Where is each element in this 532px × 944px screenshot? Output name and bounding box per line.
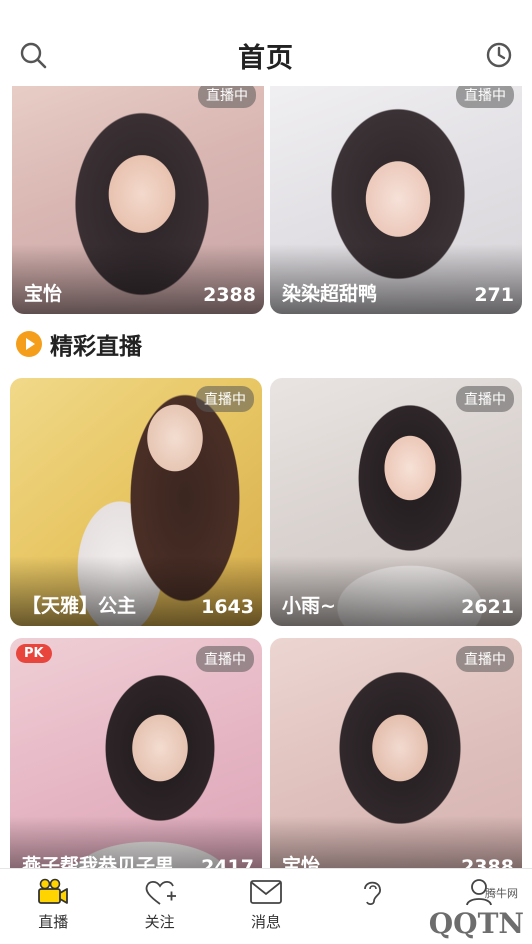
- streamer-name: 燕子帮我恭贝子男: [22, 855, 175, 868]
- section-title: 精彩直播: [50, 334, 142, 360]
- section-header: 精彩直播: [16, 326, 142, 362]
- streamer-name: 染染超甜鸭: [282, 283, 378, 305]
- tab-label: 直播: [38, 913, 69, 931]
- viewer-count: 2388: [461, 856, 514, 868]
- live-badge: 直播中: [456, 386, 514, 412]
- live-badge: 直播中: [456, 86, 514, 108]
- tab-messages[interactable]: 消息: [213, 869, 319, 944]
- heart-add-icon: [145, 880, 176, 905]
- page-title: 首页: [238, 43, 294, 74]
- viewer-count: 271: [474, 284, 514, 306]
- live-badge: 直播中: [456, 646, 514, 672]
- tab-ear[interactable]: [319, 869, 425, 944]
- watermark-small-text: 腾牛网: [485, 887, 518, 900]
- pk-badge: PK: [16, 644, 52, 663]
- live-card[interactable]: 直播中 染染超甜鸭 271: [270, 86, 522, 314]
- viewer-count: 2621: [461, 596, 514, 618]
- live-badge: 直播中: [196, 646, 254, 672]
- clock-icon[interactable]: [484, 40, 514, 70]
- streamer-name: 宝怡: [24, 283, 63, 305]
- live-card[interactable]: 直播中 小雨~ 2621: [270, 378, 522, 626]
- tab-label: 消息: [251, 913, 282, 931]
- live-badge: 直播中: [198, 86, 256, 108]
- viewer-count: 2417: [201, 856, 254, 868]
- mail-icon: [250, 880, 282, 904]
- video-camera-icon: [38, 878, 69, 904]
- live-card[interactable]: 直播中 【天雅】公主 1643: [10, 378, 262, 626]
- tab-live[interactable]: 直播: [0, 869, 106, 944]
- watermark-logo: 腾牛网 QQTN: [428, 887, 524, 940]
- streamer-name: 宝怡: [282, 855, 321, 868]
- streamer-name: 【天雅】公主: [22, 595, 137, 617]
- feed[interactable]: 直播中 宝怡 2388 直播中 染染超甜鸭 271 精彩直播 直播中 【天雅】公…: [0, 86, 532, 868]
- viewer-count: 1643: [201, 596, 254, 618]
- streamer-name: 小雨~: [282, 595, 336, 617]
- watermark-text: QQTN: [428, 907, 524, 940]
- ear-icon: [364, 881, 382, 906]
- live-badge: 直播中: [196, 386, 254, 412]
- live-card[interactable]: 直播中 宝怡 2388: [270, 638, 522, 868]
- viewer-count: 2388: [203, 284, 256, 306]
- tab-label: 关注: [144, 913, 175, 931]
- play-icon: [16, 331, 42, 357]
- live-card[interactable]: 直播中 宝怡 2388: [12, 86, 264, 314]
- live-card[interactable]: PK 直播中 燕子帮我恭贝子男 2417: [10, 638, 262, 868]
- tab-follow[interactable]: 关注: [106, 869, 212, 944]
- top-bar: 首页: [0, 0, 532, 86]
